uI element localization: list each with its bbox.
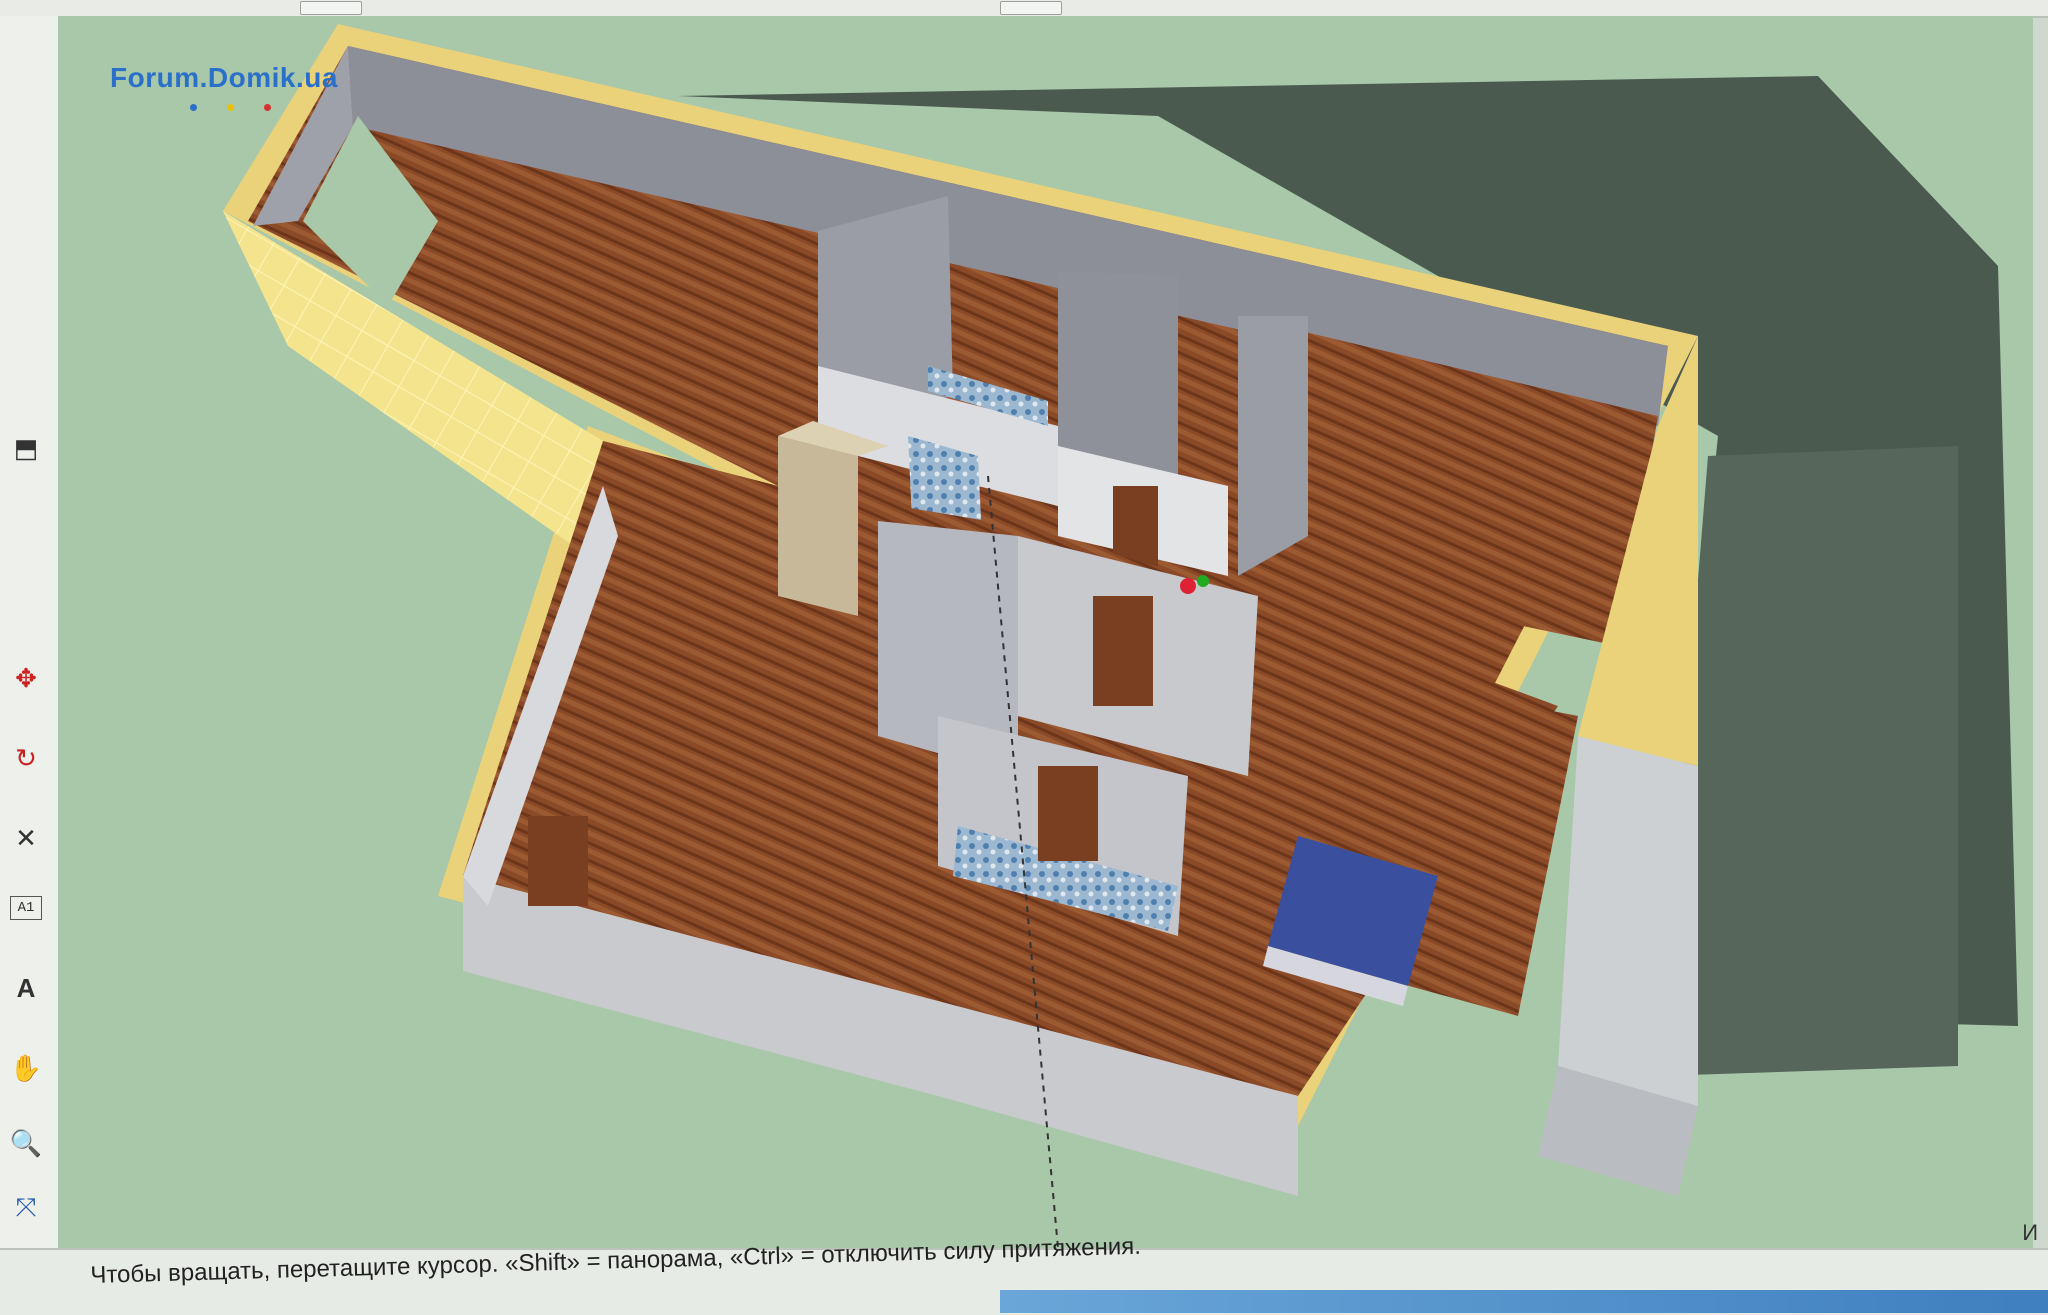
dot	[264, 104, 271, 111]
balcony-right	[1558, 736, 1698, 1106]
tool-axes-icon[interactable]: ✕	[4, 816, 48, 860]
door	[1093, 596, 1153, 706]
bedroom-partition	[1238, 316, 1308, 576]
tool-pan-icon[interactable]: ✋	[4, 1046, 48, 1090]
entry-door	[528, 816, 588, 906]
status-side-text: И	[2022, 1220, 2038, 1245]
watermark: Forum.Domik.ua	[110, 62, 338, 93]
left-toolbar: ⬒ ✥ ↻ ✕ A1 A ✋ 🔍 ⤧ 👁	[0, 16, 60, 1293]
tool-zoom-icon[interactable]: 🔍	[4, 1121, 48, 1165]
tool-3d-text-icon[interactable]: A	[4, 966, 48, 1010]
tool-move-icon[interactable]: ✥	[4, 656, 48, 700]
dot	[227, 104, 234, 111]
bathroom2-door	[1038, 766, 1098, 861]
tool-zoom-extents-icon[interactable]: ⤧	[4, 1186, 48, 1230]
tool-text-icon[interactable]: A1	[10, 896, 42, 920]
apartment-3d-model	[223, 24, 2018, 1248]
axis-origin-marker	[1180, 578, 1196, 594]
wardrobe	[778, 436, 858, 616]
taskbar	[1000, 1290, 2048, 1313]
toilet-door	[1113, 486, 1158, 566]
toolbar-button[interactable]	[300, 1, 362, 15]
shadow-secondary	[1658, 446, 1958, 1076]
watermark-dots	[190, 98, 301, 116]
model-viewport[interactable]: Forum.Domik.ua	[58, 16, 2033, 1248]
axis-origin-marker	[1197, 575, 1209, 587]
dot	[190, 104, 197, 111]
toolbar-button[interactable]	[1000, 1, 1062, 15]
tool-rotate-icon[interactable]: ↻	[4, 736, 48, 780]
tool-push-pull-icon[interactable]: ⬒	[4, 426, 48, 470]
